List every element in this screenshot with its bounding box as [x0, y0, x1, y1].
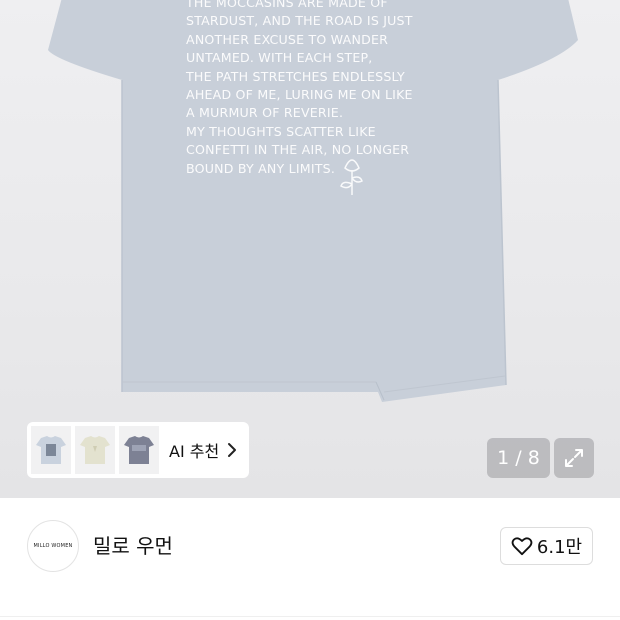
tshirt-icon [36, 436, 66, 464]
ai-recommend-button[interactable]: AI 추천 [27, 422, 249, 478]
print-line: CONFETTI IN THE AIR, NO LONGER [186, 142, 410, 158]
product-image-area[interactable]: THE MOCCASINS ARE MADE OF STARDUST, AND … [0, 0, 620, 498]
expand-icon [565, 449, 583, 467]
expand-button[interactable] [554, 438, 594, 478]
print-line: ANOTHER EXCUSE TO WANDER [186, 31, 389, 47]
like-button[interactable]: 6.1만 [500, 527, 593, 565]
print-line: AHEAD OF ME, LURING ME ON LIKE [186, 87, 413, 103]
thumb-light-blue-tee[interactable] [31, 426, 71, 474]
shirt-print-text: THE MOCCASINS ARE MADE OF STARDUST, AND … [186, 0, 446, 178]
like-count: 6.1만 [536, 537, 583, 558]
brand-name[interactable]: 밀로 우먼 [93, 530, 173, 559]
chevron-right-icon [227, 442, 237, 458]
print-line: STARDUST, AND THE ROAD IS JUST [186, 13, 413, 29]
thumb-grey-tee[interactable] [119, 426, 159, 474]
divider [0, 616, 620, 617]
heart-icon [511, 536, 533, 556]
brand-logo[interactable]: MILLO WOMEN [27, 520, 79, 572]
tshirt-icon [124, 436, 154, 464]
print-line: THE MOCCASINS ARE MADE OF [186, 0, 388, 10]
print-line: A MURMUR OF REVERIE. [186, 105, 344, 121]
ai-recommend-label: AI 추천 [169, 442, 220, 461]
tshirt-icon [80, 436, 110, 464]
print-line: BOUND BY ANY LIMITS. [186, 160, 336, 176]
thumb-beige-tee[interactable] [75, 426, 115, 474]
print-line: UNTAMED. WITH EACH STEP, [186, 50, 373, 66]
image-counter: 1 / 8 [487, 438, 550, 478]
print-line: THE PATH STRETCHES ENDLESSLY [186, 68, 405, 84]
print-line: MY THOUGHTS SCATTER LIKE [186, 123, 376, 139]
